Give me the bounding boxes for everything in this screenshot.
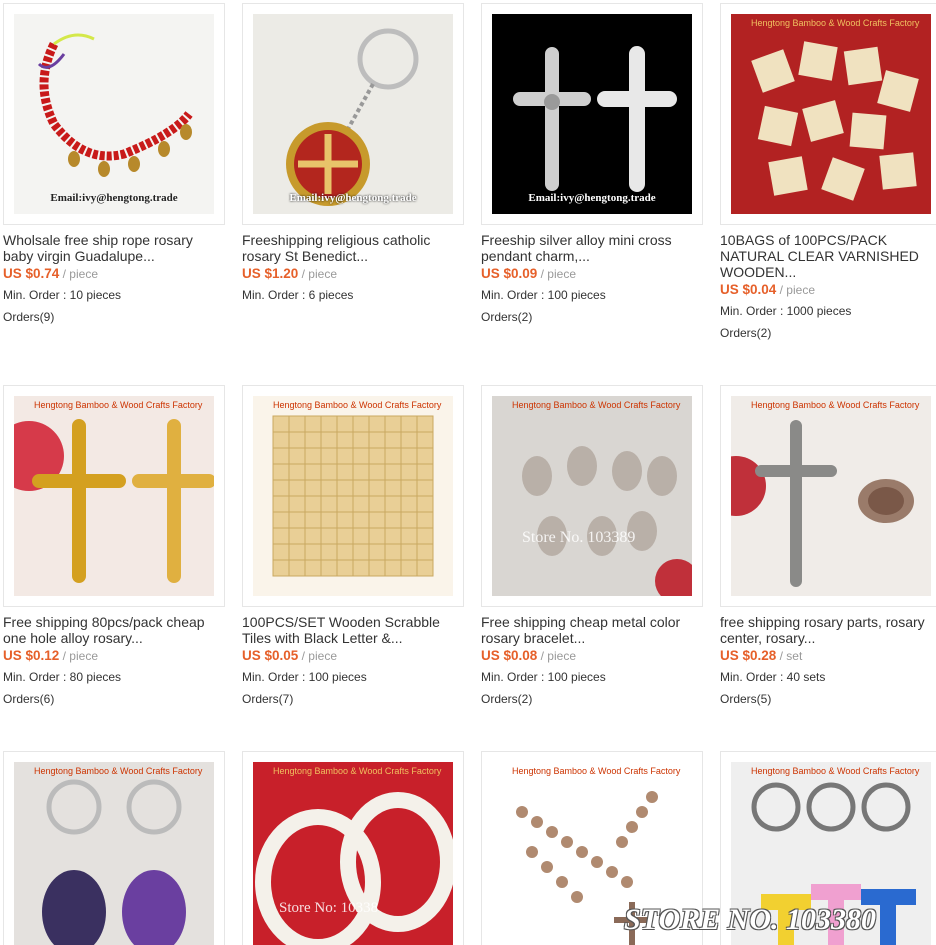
letter-tiles-grid-image bbox=[272, 415, 434, 577]
min-order: Min. Order : 10 pieces bbox=[3, 288, 122, 302]
price-line: US $0.12 / piece bbox=[3, 648, 228, 664]
product-price: US $0.08 bbox=[481, 648, 538, 663]
silver-cross-image bbox=[513, 46, 677, 192]
image-watermark: Hengtong Bamboo & Wood Crafts Factory bbox=[34, 766, 203, 776]
product-card[interactable]: Hengtong Bamboo & Wood Crafts Factory 10… bbox=[720, 3, 936, 341]
min-order: Min. Order : 100 pieces bbox=[481, 288, 606, 302]
price-unit: / piece bbox=[540, 267, 576, 281]
product-image[interactable]: Hengtong Bamboo & Wood Crafts Factory St… bbox=[481, 385, 703, 607]
image-watermark: Hengtong Bamboo & Wood Crafts Factory bbox=[751, 18, 920, 28]
image-watermark: Hengtong Bamboo & Wood Crafts Factory bbox=[751, 766, 920, 776]
product-title[interactable]: Freeshipping religious catholic rosary S… bbox=[242, 232, 462, 264]
product-image[interactable]: Hengtong Bamboo & Wood Crafts Factory bbox=[3, 385, 225, 607]
price-unit: / piece bbox=[779, 283, 815, 297]
product-card[interactable]: Hengtong Bamboo & Wood Crafts Factory St… bbox=[242, 751, 467, 945]
price-unit: / piece bbox=[62, 649, 98, 663]
gold-cross-image bbox=[14, 419, 214, 583]
image-watermark: Hengtong Bamboo & Wood Crafts Factory bbox=[273, 766, 442, 776]
product-price: US $0.28 bbox=[720, 648, 777, 663]
product-card[interactable]: Hengtong Bamboo & Wood Crafts Factory 10… bbox=[242, 385, 467, 707]
min-order: Min. Order : 80 pieces bbox=[3, 670, 122, 684]
product-title[interactable]: Freeship silver alloy mini cross pendant… bbox=[481, 232, 701, 264]
product-card[interactable]: Email:ivy@hengtong.trade Freeshipping re… bbox=[242, 3, 467, 309]
product-image[interactable]: Email:ivy@hengtong.trade bbox=[3, 3, 225, 225]
price-line: US $0.05 / piece bbox=[242, 648, 467, 664]
product-card[interactable]: Hengtong Bamboo & Wood Crafts Factory St… bbox=[481, 385, 706, 707]
product-card[interactable]: Hengtong Bamboo & Wood Crafts Factory Fr… bbox=[3, 385, 228, 707]
store-watermark: Store No. 103389 bbox=[522, 529, 636, 546]
min-order: Min. Order : 6 pieces bbox=[242, 288, 354, 302]
image-watermark: Email:ivy@hengtong.trade bbox=[528, 192, 656, 204]
scrabble-tiles-image bbox=[751, 41, 919, 201]
product-title[interactable]: 100PCS/SET Wooden Scrabble Tiles with Bl… bbox=[242, 614, 462, 646]
price-unit: / piece bbox=[62, 267, 98, 281]
store-watermark: Store No: 10338 bbox=[279, 900, 379, 916]
product-image[interactable]: Hengtong Bamboo & Wood Crafts Factory bbox=[3, 751, 225, 945]
price-unit: / set bbox=[779, 649, 803, 663]
product-card[interactable]: Email:ivy@hengtong.trade Wholsale free s… bbox=[3, 3, 228, 325]
product-image[interactable]: Hengtong Bamboo & Wood Crafts Factory bbox=[720, 3, 936, 225]
product-price: US $0.74 bbox=[3, 266, 60, 281]
price-unit: / piece bbox=[540, 649, 576, 663]
product-image[interactable]: Hengtong Bamboo & Wood Crafts Factory bbox=[720, 385, 936, 607]
product-price: US $0.09 bbox=[481, 266, 538, 281]
orders-count[interactable]: Orders(2) bbox=[720, 325, 936, 341]
rosary-parts-image bbox=[731, 420, 914, 587]
price-line: US $0.28 / set bbox=[720, 648, 936, 664]
orders-count[interactable]: Orders(5) bbox=[720, 691, 936, 707]
orders-count[interactable]: Orders(2) bbox=[481, 309, 706, 325]
orders-count[interactable]: Orders(6) bbox=[3, 691, 228, 707]
product-card[interactable]: Hengtong Bamboo & Wood Crafts Factory fr… bbox=[720, 385, 936, 707]
product-price: US $1.20 bbox=[242, 266, 299, 281]
min-order: Min. Order : 40 sets bbox=[720, 670, 826, 684]
price-line: US $0.04 / piece bbox=[720, 282, 936, 298]
image-watermark: Hengtong Bamboo & Wood Crafts Factory bbox=[512, 766, 681, 776]
price-line: US $0.08 / piece bbox=[481, 648, 706, 664]
product-title[interactable]: Free shipping 80pcs/pack cheap one hole … bbox=[3, 614, 223, 646]
price-unit: / piece bbox=[301, 267, 337, 281]
product-image[interactable]: Hengtong Bamboo & Wood Crafts Factory St… bbox=[242, 751, 464, 945]
product-price: US $0.12 bbox=[3, 648, 60, 663]
image-watermark: Hengtong Bamboo & Wood Crafts Factory bbox=[273, 400, 442, 410]
product-price: US $0.04 bbox=[720, 282, 777, 297]
product-card[interactable]: Hengtong Bamboo & Wood Crafts Factory bbox=[3, 751, 228, 945]
product-title[interactable]: Free shipping cheap metal color rosary b… bbox=[481, 614, 701, 646]
wooden-rings-image bbox=[255, 792, 453, 945]
price-unit: / piece bbox=[301, 649, 337, 663]
product-title[interactable]: Wholsale free ship rope rosary baby virg… bbox=[3, 232, 223, 264]
image-watermark: Hengtong Bamboo & Wood Crafts Factory bbox=[512, 400, 681, 410]
price-line: US $1.20 / piece bbox=[242, 266, 467, 282]
store-number-watermark: STORE NO. 103380 bbox=[624, 903, 876, 936]
product-image[interactable]: Hengtong Bamboo & Wood Crafts Factory bbox=[242, 385, 464, 607]
image-watermark: Hengtong Bamboo & Wood Crafts Factory bbox=[751, 400, 920, 410]
orders-count[interactable]: Orders(2) bbox=[481, 691, 706, 707]
product-price: US $0.05 bbox=[242, 648, 299, 663]
oval-medals-image bbox=[522, 446, 692, 596]
min-order: Min. Order : 1000 pieces bbox=[720, 304, 852, 318]
image-watermark: Hengtong Bamboo & Wood Crafts Factory bbox=[34, 400, 203, 410]
price-line: US $0.74 / piece bbox=[3, 266, 228, 282]
product-title[interactable]: 10BAGS of 100PCS/PACK NATURAL CLEAR VARN… bbox=[720, 232, 936, 280]
product-card[interactable]: Email:ivy@hengtong.trade Freeship silver… bbox=[481, 3, 706, 325]
min-order: Min. Order : 100 pieces bbox=[481, 670, 606, 684]
image-watermark: Email:ivy@hengtong.trade bbox=[289, 192, 417, 204]
product-image[interactable]: Email:ivy@hengtong.trade bbox=[242, 3, 464, 225]
orders-count[interactable]: Orders(9) bbox=[3, 309, 228, 325]
rope-rosary-image bbox=[37, 33, 193, 177]
min-order: Min. Order : 100 pieces bbox=[242, 670, 367, 684]
keychain-medal-image bbox=[286, 28, 419, 206]
keychain-pair-image bbox=[42, 779, 186, 945]
product-image[interactable]: Email:ivy@hengtong.trade bbox=[481, 3, 703, 225]
orders-count[interactable]: Orders(7) bbox=[242, 691, 467, 707]
image-watermark: Email:ivy@hengtong.trade bbox=[50, 192, 178, 204]
price-line: US $0.09 / piece bbox=[481, 266, 706, 282]
product-title[interactable]: free shipping rosary parts, rosary cente… bbox=[720, 614, 936, 646]
